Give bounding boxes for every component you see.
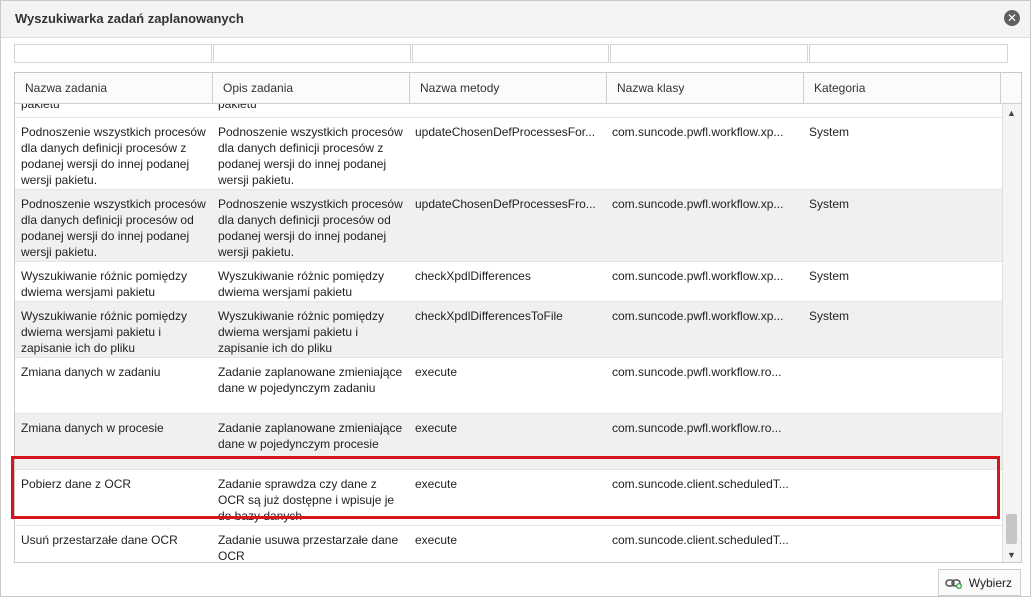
cell-task-name: Usuń przestarzałe dane OCR <box>21 533 178 547</box>
cell-task-name: Wyszukiwanie różnic pomiędzy dwiema wers… <box>21 269 187 299</box>
cell-task-description: Zadanie zaplanowane zmieniające dane w p… <box>218 421 403 451</box>
scroll-down-icon[interactable]: ▼ <box>1007 550 1016 560</box>
cell-class-name: com.suncode.pwfl.workflow.xp... <box>612 197 784 211</box>
grid-header: Nazwa zadania Opis zadania Nazwa metody … <box>15 73 1021 104</box>
tasks-grid: Nazwa zadania Opis zadania Nazwa metody … <box>14 72 1022 563</box>
column-header-method-name[interactable]: Nazwa metody <box>410 73 607 103</box>
cell-class-name: com.suncode.pwfl.workflow.xp... <box>612 309 784 323</box>
filter-task-name[interactable] <box>14 44 212 63</box>
select-button-label: Wybierz <box>968 575 1012 590</box>
table-row-selected[interactable]: Pobierz dane z OCR Zadanie sprawdza czy … <box>15 470 1003 526</box>
cell-task-description: Zadanie usuwa przestarzałe dane OCR <box>218 533 399 562</box>
select-button[interactable]: Wybierz <box>937 569 1021 596</box>
close-icon[interactable]: ✕ <box>1004 10 1020 26</box>
column-header-class-name[interactable]: Nazwa klasy <box>607 73 804 103</box>
cell-category <box>803 526 1003 562</box>
table-row[interactable]: pakietu pakietu <box>15 104 1003 118</box>
cell-method-name <box>409 104 606 117</box>
cell-method-name: updateChosenDefProcessesFor... <box>415 125 596 139</box>
table-row[interactable]: Podnoszenie wszystkich procesów dla dany… <box>15 190 1003 262</box>
cell-task-description: Zadanie zaplanowane zmieniające dane w p… <box>218 365 403 395</box>
table-row[interactable]: Usuń przestarzałe dane OCR Zadanie usuwa… <box>15 526 1003 562</box>
cell-category <box>803 414 1003 469</box>
table-row[interactable]: Zmiana danych w procesie Zadanie zaplano… <box>15 414 1003 470</box>
cell-task-description: Zadanie sprawdza czy dane z OCR są już d… <box>218 477 395 523</box>
grid-body: pakietu pakietu Podnoszenie wszystkich p… <box>15 104 1003 562</box>
column-header-task-description[interactable]: Opis zadania <box>213 73 410 103</box>
cell-task-name: Podnoszenie wszystkich procesów dla dany… <box>21 197 206 259</box>
task-search-dialog: Wyszukiwarka zadań zaplanowanych ✕ Nazwa… <box>0 0 1031 597</box>
link-icon <box>944 578 962 589</box>
table-row[interactable]: Zmiana danych w zadaniu Zadanie zaplanow… <box>15 358 1003 414</box>
vertical-scrollbar[interactable]: ▲ ▼ <box>1002 104 1021 562</box>
cell-task-name: Zmiana danych w procesie <box>21 421 164 435</box>
cell-task-name: Pobierz dane z OCR <box>21 477 132 491</box>
cell-task-description: Podnoszenie wszystkich procesów dla dany… <box>218 197 403 259</box>
cell-class-name: com.suncode.pwfl.workflow.xp... <box>612 125 784 139</box>
grid-rows: pakietu pakietu Podnoszenie wszystkich p… <box>15 104 1003 562</box>
cell-class-name: com.suncode.client.scheduledT... <box>612 477 789 491</box>
filter-method-name[interactable] <box>411 44 610 63</box>
cell-class-name: com.suncode.client.scheduledT... <box>612 533 789 547</box>
cell-task-description: Wyszukiwanie różnic pomiędzy dwiema wers… <box>218 269 384 299</box>
cell-class-name <box>606 104 803 117</box>
dialog-titlebar: Wyszukiwarka zadań zaplanowanych ✕ <box>1 1 1030 38</box>
cell-class-name: com.suncode.pwfl.workflow.ro... <box>612 421 782 435</box>
column-header-category[interactable]: Kategoria <box>804 73 1001 103</box>
cell-task-name: Podnoszenie wszystkich procesów dla dany… <box>21 125 206 187</box>
cell-task-description: pakietu <box>218 104 257 111</box>
filter-row <box>14 44 1009 65</box>
filter-task-description[interactable] <box>212 44 411 63</box>
cell-category <box>803 470 1003 525</box>
cell-category <box>803 104 1003 117</box>
cell-method-name: updateChosenDefProcessesFro... <box>415 197 596 211</box>
table-row[interactable]: Wyszukiwanie różnic pomiędzy dwiema wers… <box>15 302 1003 358</box>
cell-category: System <box>809 269 850 283</box>
filter-category[interactable] <box>809 44 1008 63</box>
cell-task-description: Wyszukiwanie różnic pomiędzy dwiema wers… <box>218 309 384 355</box>
cell-category: System <box>809 197 850 211</box>
scroll-up-icon[interactable]: ▲ <box>1007 108 1016 118</box>
scrollbar-thumb[interactable] <box>1006 514 1017 544</box>
cell-method-name: execute <box>415 533 458 547</box>
cell-task-name: Wyszukiwanie różnic pomiędzy dwiema wers… <box>21 309 187 355</box>
cell-method-name: execute <box>415 421 458 435</box>
cell-category: System <box>809 309 850 323</box>
filter-class-name[interactable] <box>610 44 809 63</box>
cell-class-name: com.suncode.pwfl.workflow.ro... <box>612 365 782 379</box>
cell-task-name: pakietu <box>21 104 60 111</box>
cell-task-description: Podnoszenie wszystkich procesów dla dany… <box>218 125 403 187</box>
cell-class-name: com.suncode.pwfl.workflow.xp... <box>612 269 784 283</box>
cell-method-name: checkXpdlDifferences <box>415 269 531 283</box>
cell-category: System <box>809 125 850 139</box>
cell-method-name: execute <box>415 477 458 491</box>
cell-method-name: execute <box>415 365 458 379</box>
dialog-title: Wyszukiwarka zadań zaplanowanych <box>15 11 244 26</box>
table-row[interactable]: Wyszukiwanie różnic pomiędzy dwiema wers… <box>15 262 1003 302</box>
table-row[interactable]: Podnoszenie wszystkich procesów dla dany… <box>15 118 1003 190</box>
cell-category <box>803 358 1003 413</box>
cell-method-name: checkXpdlDifferencesToFile <box>415 309 563 323</box>
cell-task-name: Zmiana danych w zadaniu <box>21 365 161 379</box>
column-header-task-name[interactable]: Nazwa zadania <box>15 73 213 103</box>
